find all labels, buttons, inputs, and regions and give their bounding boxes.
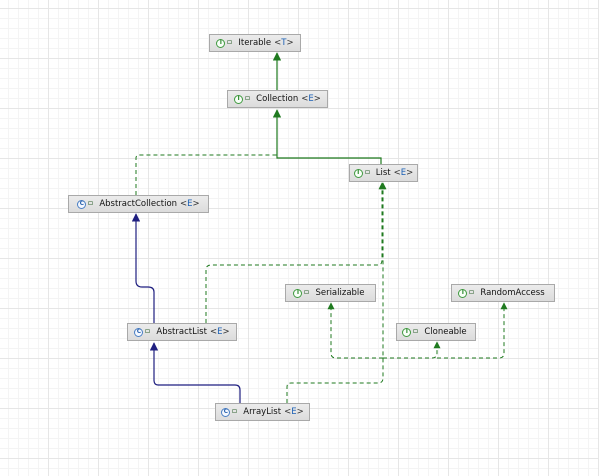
node-name: Collection (256, 94, 299, 104)
type-parameter-letter: E (217, 327, 223, 337)
type-parameter-letter: E (308, 94, 314, 104)
node-name: ArrayList (243, 407, 282, 417)
type-parameter: <T> (274, 38, 294, 48)
interface-icon: I (353, 168, 363, 178)
edge-list-to-collection (272, 109, 382, 164)
type-parameter: <E> (284, 407, 304, 417)
type-parameter: <E> (393, 168, 414, 178)
node-name: Serializable (315, 288, 365, 298)
type-parameter-letter: E (400, 168, 407, 178)
public-visibility-icon (364, 170, 370, 174)
node-name: AbstractCollection (99, 199, 178, 209)
node-cloneable[interactable]: I Cloneable (396, 323, 476, 341)
interface-icon: I (216, 38, 226, 48)
node-abstract-list[interactable]: C AbstractList <E> (127, 323, 237, 341)
uml-class-diagram: I Iterable <T> I Collection <E> I List <… (0, 0, 599, 476)
type-parameter-letter: E (187, 199, 193, 209)
type-parameter: <E> (301, 94, 321, 104)
node-serializable[interactable]: I Serializable (285, 284, 376, 302)
node-name: Iterable (238, 38, 272, 48)
node-list[interactable]: I List <E> (349, 164, 418, 182)
node-iterable[interactable]: I Iterable <T> (209, 34, 301, 52)
edge-abstract-list-to-abstract-collection (131, 213, 155, 323)
node-name: AbstractList (156, 327, 207, 337)
class-icon: C (134, 327, 144, 337)
node-random-access[interactable]: I RandomAccess (451, 284, 555, 302)
edge-array-list-to-serializable (327, 302, 383, 359)
node-name: RandomAccess (480, 288, 545, 298)
public-visibility-icon (232, 409, 238, 413)
public-visibility-icon (413, 329, 419, 333)
public-visibility-icon (145, 329, 151, 333)
type-parameter: <E> (209, 327, 230, 337)
node-array-list[interactable]: C ArrayList <E> (215, 403, 310, 421)
type-parameter: <E> (180, 199, 200, 209)
node-name: List (375, 168, 391, 178)
public-visibility-icon (227, 40, 233, 44)
node-abstract-collection[interactable]: C AbstractCollection <E> (68, 195, 209, 213)
class-icon: C (221, 407, 231, 417)
public-visibility-icon (245, 96, 251, 100)
edge-array-list-to-abstract-list (149, 342, 241, 403)
class-icon: C (77, 199, 87, 209)
edge-abstract-list-to-list (205, 182, 386, 323)
interface-icon: I (458, 288, 468, 298)
edge-array-list-to-cloneable (383, 341, 441, 359)
interface-icon: I (234, 94, 244, 104)
interface-icon: I (293, 288, 303, 298)
node-name: Cloneable (424, 327, 467, 337)
edge-abstract-collection-to-collection (135, 110, 278, 195)
public-visibility-icon (304, 290, 310, 294)
type-parameter-letter: E (291, 407, 297, 417)
type-parameter-letter: T (281, 38, 287, 48)
public-visibility-icon (88, 201, 94, 205)
interface-icon: I (402, 327, 412, 337)
public-visibility-icon (469, 290, 475, 294)
node-collection[interactable]: I Collection <E> (227, 90, 328, 108)
